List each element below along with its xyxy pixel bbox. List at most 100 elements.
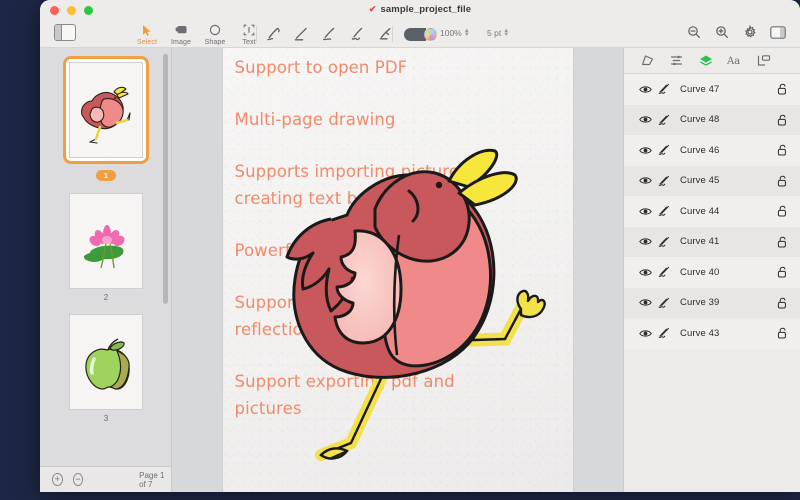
- text-paragraph-5[interactable]: Support setting shadow, reflection and o…: [235, 289, 565, 343]
- brush-pen-icon[interactable]: [348, 24, 366, 44]
- eye-visible-icon[interactable]: [638, 115, 652, 124]
- unlock-icon[interactable]: [776, 205, 788, 217]
- pages-scrollbar[interactable]: [163, 54, 168, 304]
- layers-tab-bar: Aa: [624, 48, 800, 74]
- layer-row[interactable]: Curve 41: [624, 226, 800, 257]
- right-panel-toggle-icon[interactable]: [770, 24, 786, 40]
- layer-row[interactable]: Curve 44: [624, 196, 800, 227]
- page-thumbnail-2[interactable]: 2: [40, 193, 171, 302]
- page-thumbnail-1[interactable]: 1: [40, 56, 171, 181]
- rainbow-color-wheel-icon[interactable]: [424, 28, 437, 41]
- layer-name: Curve 43: [680, 327, 720, 339]
- eye-visible-icon[interactable]: [638, 146, 652, 155]
- page-1-frame: [63, 56, 149, 164]
- apple-thumbnail-icon: [85, 338, 130, 390]
- unlock-icon[interactable]: [776, 114, 788, 126]
- pages-list[interactable]: 1 2 3: [40, 48, 171, 466]
- curve-stroke-icon: [656, 114, 672, 126]
- curve-stroke-icon: [656, 266, 672, 278]
- unlock-icon[interactable]: [776, 236, 788, 248]
- layer-name: Curve 45: [680, 175, 720, 187]
- text-line: Support to open PDF: [234, 58, 408, 77]
- tool-text[interactable]: Text: [232, 21, 266, 46]
- toolbar-right-group: [686, 24, 786, 40]
- unlock-icon[interactable]: [776, 327, 788, 339]
- zoom-out-icon[interactable]: [686, 24, 702, 40]
- tool-select[interactable]: Select: [130, 21, 164, 46]
- layers-stack-icon[interactable]: [698, 53, 713, 68]
- layer-row[interactable]: Curve 48: [624, 104, 800, 135]
- layer-name: Curve 40: [680, 266, 720, 278]
- settings-gear-icon[interactable]: [742, 24, 758, 40]
- text-line: reflection and other effects: [234, 320, 462, 339]
- arrange-icon[interactable]: [756, 53, 771, 68]
- stroke-size-stepper[interactable]: 5 pt ▲ ▼: [487, 28, 509, 38]
- window-body: 1 2 3 + − Page 1 of 7 Support to open PD…: [40, 48, 800, 492]
- unlock-icon[interactable]: [776, 83, 788, 95]
- opacity-stepper[interactable]: 100% ▲ ▼: [440, 28, 470, 38]
- align-icon[interactable]: [669, 53, 684, 68]
- layer-row[interactable]: Curve 46: [624, 135, 800, 166]
- eye-visible-icon[interactable]: [638, 85, 652, 94]
- layer-row[interactable]: Curve 43: [624, 318, 800, 349]
- marker-pen-icon[interactable]: [264, 24, 282, 44]
- layer-name: Curve 39: [680, 297, 720, 309]
- text-line: Supports importing pictures,: [234, 162, 474, 181]
- text-paragraph-4[interactable]: Powerful line tool: [235, 237, 565, 264]
- page-3-number: 3: [103, 414, 109, 423]
- layer-row[interactable]: Curve 45: [624, 165, 800, 196]
- layer-row[interactable]: Curve 39: [624, 287, 800, 318]
- text-paragraph-1[interactable]: Support to open PDF: [235, 54, 565, 81]
- layer-row[interactable]: Curve 47: [624, 74, 800, 105]
- layer-row[interactable]: Curve 40: [624, 257, 800, 288]
- opacity-value: 100%: [440, 28, 462, 38]
- document-text-content: Support to open PDF Multi-page drawing S…: [235, 54, 565, 447]
- tool-image[interactable]: Image: [164, 21, 198, 46]
- text-line: Powerful line tool: [234, 241, 379, 260]
- dark-gray-swatch[interactable]: [404, 28, 426, 41]
- unlock-icon[interactable]: [776, 297, 788, 309]
- remove-page-button[interactable]: −: [72, 473, 84, 486]
- pencil-icon[interactable]: [320, 24, 338, 44]
- tool-shape-label: Shape: [204, 39, 226, 46]
- tool-shape[interactable]: Shape: [198, 21, 232, 46]
- layers-sidebar: Aa Curve 47 Curve 48 Curve 46 Curve 45 C…: [623, 48, 800, 492]
- eye-visible-icon[interactable]: [638, 207, 652, 216]
- typography-icon[interactable]: Aa: [727, 53, 742, 68]
- layers-list[interactable]: Curve 47 Curve 48 Curve 46 Curve 45 Curv…: [624, 74, 800, 492]
- page-thumbnail-3[interactable]: 3: [40, 314, 171, 423]
- page-2-frame: [69, 193, 143, 289]
- unlock-icon[interactable]: [776, 266, 788, 278]
- document-title-text: sample_project_file: [380, 4, 472, 15]
- page-1-number: 1: [95, 170, 117, 181]
- eye-visible-icon[interactable]: [638, 298, 652, 307]
- text-paragraph-6[interactable]: Support exporting pdf and pictures: [235, 368, 565, 422]
- unlock-icon[interactable]: [776, 144, 788, 156]
- text-paragraph-2[interactable]: Multi-page drawing: [235, 106, 565, 133]
- main-toolbar: Select Image Shape Text 100% ▲ ▼ 5 pt ▲ …: [40, 20, 800, 48]
- chevron-updown-icon: ▲ ▼: [503, 28, 510, 38]
- straight-line-icon[interactable]: [292, 24, 310, 44]
- zoom-in-icon[interactable]: [714, 24, 730, 40]
- page-1-thumb-image: [69, 62, 143, 158]
- layer-name: Curve 48: [680, 114, 720, 126]
- eye-visible-icon[interactable]: [638, 268, 652, 277]
- unlock-icon[interactable]: [776, 175, 788, 187]
- canvas-area[interactable]: Support to open PDF Multi-page drawing S…: [172, 48, 623, 492]
- edit-mark-icon: ✔: [368, 4, 377, 14]
- eye-visible-icon[interactable]: [638, 176, 652, 185]
- sidebar-toggle-icon[interactable]: [54, 24, 76, 41]
- page-2-number: 2: [103, 293, 109, 302]
- toolbar-divider-2: [392, 26, 393, 42]
- transform-shape-icon[interactable]: [640, 53, 655, 68]
- color-controls[interactable]: [404, 28, 437, 41]
- layer-name: Curve 47: [680, 83, 720, 95]
- text-paragraph-3[interactable]: Supports importing pictures, creating te…: [235, 158, 565, 212]
- curve-stroke-icon: [656, 236, 672, 248]
- add-page-button[interactable]: +: [52, 473, 63, 486]
- eye-visible-icon[interactable]: [638, 329, 652, 338]
- eye-visible-icon[interactable]: [638, 237, 652, 246]
- document-page[interactable]: Support to open PDF Multi-page drawing S…: [222, 48, 573, 492]
- stroke-size-value: 5 pt: [487, 28, 502, 38]
- cursor-arrow-icon: [142, 23, 153, 37]
